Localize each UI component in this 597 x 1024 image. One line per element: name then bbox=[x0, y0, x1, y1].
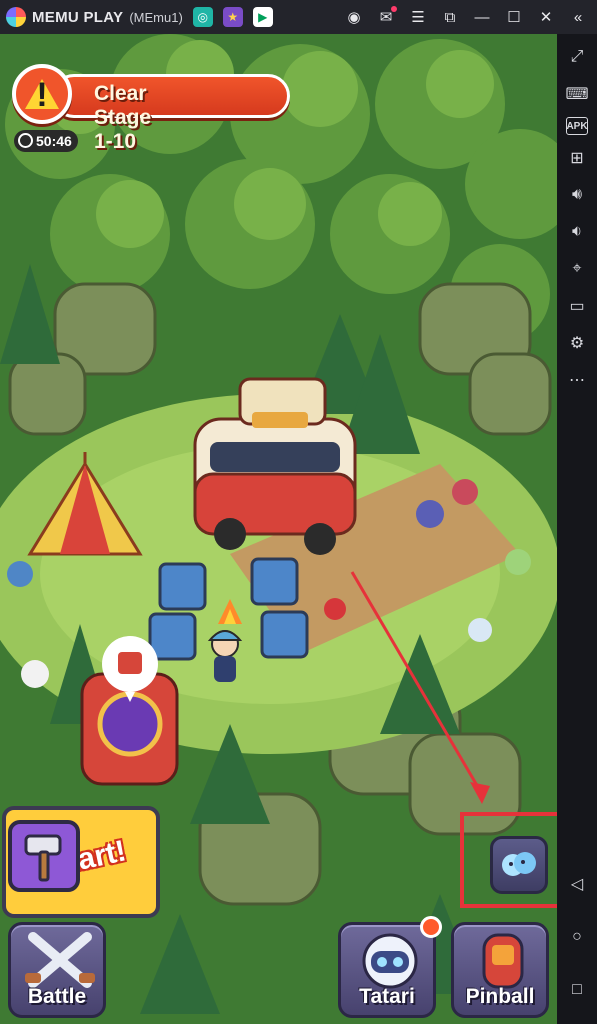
warning-icon: ! bbox=[12, 64, 72, 124]
volume-down-icon[interactable]: 🔉︎ bbox=[563, 218, 591, 246]
pinball-label: Pinball bbox=[465, 985, 535, 1008]
app-tab-icon[interactable]: ◎ bbox=[192, 7, 213, 27]
tatari-robot-icon bbox=[362, 933, 418, 989]
tatari-label: Tatari bbox=[359, 985, 415, 1008]
battle-label: Battle bbox=[27, 985, 87, 1008]
maximize-icon[interactable]: ☐ bbox=[505, 8, 523, 26]
folder-icon[interactable]: ▭ bbox=[563, 292, 591, 320]
play-store-tab-icon[interactable]: ▶ bbox=[252, 7, 273, 27]
instance-name: (MEmu1) bbox=[129, 9, 183, 25]
screen-mode-icon[interactable]: ⧉ bbox=[441, 8, 459, 26]
emulator-title-bar: MEMU PLAY (MEmu1) ◎ ★ ▶ ◉ ✉ ☰ ⧉ — ☐ ✕ « bbox=[0, 0, 597, 34]
tatari-button[interactable]: Tatari bbox=[338, 922, 436, 1018]
hammer-icon[interactable] bbox=[8, 820, 80, 892]
clock-icon bbox=[18, 133, 33, 148]
keyboard-icon[interactable]: ⌨ bbox=[563, 80, 591, 108]
battle-button[interactable]: Battle bbox=[8, 922, 106, 1018]
settings-icon[interactable]: ⚙ bbox=[563, 329, 591, 357]
game-viewport[interactable]: ! Clear Stage 1-10 50:46 tart! Battle Ta… bbox=[0, 34, 557, 1024]
crossed-swords-icon bbox=[25, 932, 95, 988]
friends-icon[interactable] bbox=[490, 836, 548, 894]
back-icon[interactable]: ◁ bbox=[563, 870, 591, 898]
brand: MEMU PLAY (MEmu1) bbox=[6, 7, 183, 27]
volume-up-icon[interactable]: 🔊︎ bbox=[563, 181, 591, 209]
menu-icon[interactable]: ☰ bbox=[409, 8, 427, 26]
location-icon[interactable]: ⌖ bbox=[563, 255, 591, 283]
timer-value: 50:46 bbox=[36, 133, 72, 149]
pinball-machine-icon bbox=[482, 933, 524, 989]
fullscreen-icon[interactable]: ⤢ bbox=[563, 43, 591, 71]
account-icon[interactable]: ◉ bbox=[345, 8, 363, 26]
quest-bar bbox=[52, 74, 290, 118]
emulator-sidebar: ⤢ ⌨ APK ⊞ 🔊︎ 🔉︎ ⌖ ▭ ⚙ ⋯ ◁ ○ □ bbox=[557, 34, 597, 1024]
multi-window-icon[interactable]: ⊞ bbox=[563, 144, 591, 172]
apk-install-icon[interactable]: APK bbox=[566, 117, 588, 135]
recents-icon[interactable]: □ bbox=[563, 976, 591, 1004]
brand-name: MEMU PLAY bbox=[32, 8, 124, 26]
quest-timer: 50:46 bbox=[14, 130, 78, 152]
close-icon[interactable]: ✕ bbox=[537, 8, 555, 26]
tatari-notification-dot bbox=[420, 916, 442, 938]
quest-title: Clear Stage 1-10 bbox=[94, 82, 152, 153]
game-tab-icon[interactable]: ★ bbox=[222, 7, 243, 27]
collapse-sidebar-icon[interactable]: « bbox=[569, 8, 587, 26]
home-icon[interactable]: ○ bbox=[563, 923, 591, 951]
mail-icon[interactable]: ✉ bbox=[377, 6, 397, 26]
pinball-button[interactable]: Pinball bbox=[451, 922, 549, 1018]
mail-notification-dot bbox=[391, 6, 397, 12]
memu-logo-icon bbox=[6, 7, 26, 27]
minimize-icon[interactable]: — bbox=[473, 8, 491, 26]
more-icon[interactable]: ⋯ bbox=[563, 366, 591, 394]
